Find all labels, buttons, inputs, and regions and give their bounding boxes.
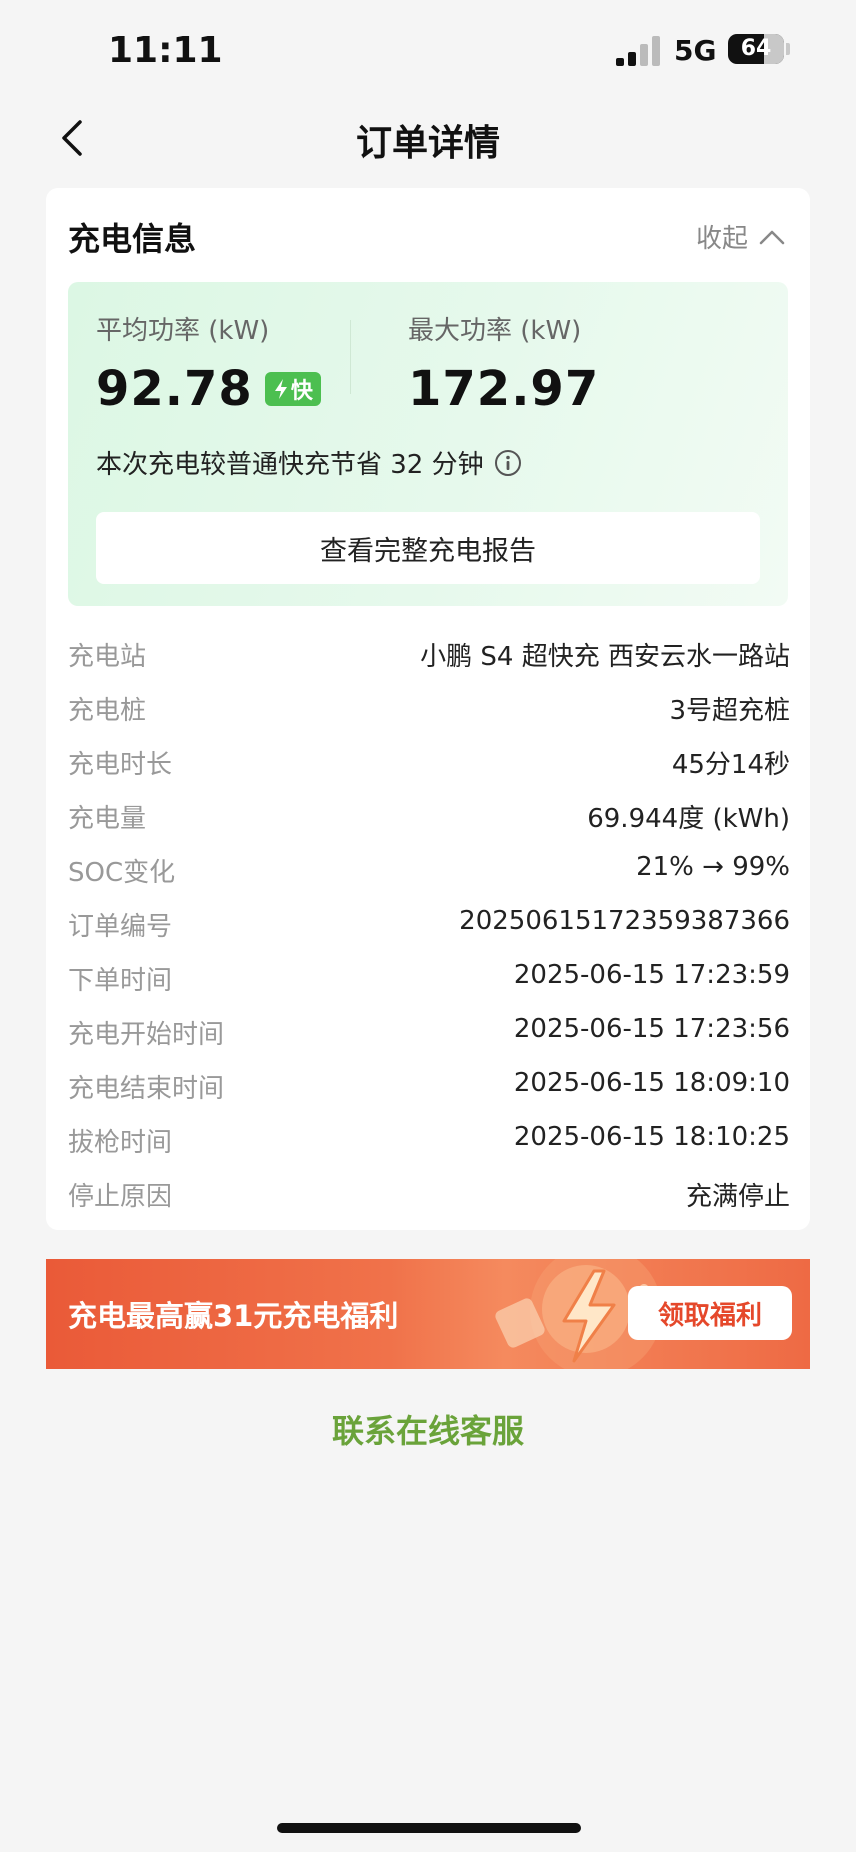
fast-badge: 快	[264, 372, 321, 406]
home-indicator	[277, 1823, 581, 1833]
collapse-label: 收起	[695, 224, 748, 254]
detail-value: 20250615172359387366	[459, 906, 790, 936]
detail-label: 充电开始时间	[68, 1020, 225, 1050]
detail-value: 小鹏 S4 超快充 西安云水一路站	[420, 642, 790, 672]
info-icon[interactable]	[494, 449, 522, 477]
avg-power-value: 92.78	[96, 361, 253, 417]
detail-label: 充电站	[68, 642, 147, 672]
fast-badge-label: 快	[290, 379, 313, 404]
section-title: 充电信息	[68, 220, 197, 258]
battery-tip	[786, 43, 790, 55]
detail-row-energy: 充电量 69.944度 (kWh)	[68, 790, 790, 844]
detail-label: SOC变化	[68, 858, 176, 888]
details-list: 充电站 小鹏 S4 超快充 西安云水一路站 充电桩 3号超充桩 充电时长 45分…	[68, 628, 790, 1222]
detail-value: 69.944度 (kWh)	[587, 804, 790, 834]
detail-label: 充电量	[68, 804, 147, 834]
detail-row-unplug-time: 拔枪时间 2025-06-15 18:10:25	[68, 1114, 790, 1168]
detail-value: 3号超充桩	[669, 696, 790, 726]
detail-value: 2025-06-15 18:09:10	[513, 1068, 790, 1098]
detail-label: 充电桩	[68, 696, 147, 726]
detail-value: 45分14秒	[671, 750, 790, 780]
detail-value: 2025-06-15 18:10:25	[513, 1122, 790, 1152]
detail-row-end-time: 充电结束时间 2025-06-15 18:09:10	[68, 1060, 790, 1114]
page-title: 订单详情	[355, 123, 500, 164]
promo-text: 充电最高赢31元充电福利	[68, 1299, 399, 1333]
detail-label: 停止原因	[68, 1182, 173, 1212]
max-power-label: 最大功率 (kW)	[408, 316, 582, 346]
detail-label: 订单编号	[68, 912, 173, 942]
network-type: 5G	[674, 34, 717, 67]
detail-row-soc: SOC变化 21% → 99%	[68, 844, 790, 898]
contact-service-link[interactable]: 联系在线客服	[0, 1406, 856, 1452]
detail-value: 2025-06-15 17:23:56	[513, 1014, 790, 1044]
detail-row-order-time: 下单时间 2025-06-15 17:23:59	[68, 952, 790, 1006]
detail-value: 2025-06-15 17:23:59	[513, 960, 790, 990]
detail-row-pile: 充电桩 3号超充桩	[68, 682, 790, 736]
detail-row-duration: 充电时长 45分14秒	[68, 736, 790, 790]
lightning-icon	[274, 379, 287, 399]
max-power-stat: 最大功率 (kW) 172.97	[408, 310, 599, 417]
status-time: 11:11	[108, 30, 223, 71]
promo-banner[interactable]: 充电最高赢31元充电福利 领取福利	[46, 1259, 810, 1369]
detail-value: 21% → 99%	[636, 852, 790, 882]
detail-value: 充满停止	[685, 1182, 790, 1212]
nav-bar: 订单详情	[0, 100, 856, 178]
view-report-button[interactable]: 查看完整充电报告	[96, 512, 760, 584]
battery-level: 64	[740, 36, 772, 61]
claim-benefit-button[interactable]: 领取福利	[628, 1286, 792, 1340]
detail-label: 拔枪时间	[68, 1128, 173, 1158]
savings-text: 本次充电较普通快充节省 32 分钟	[96, 450, 484, 480]
savings-text-row: 本次充电较普通快充节省 32 分钟	[96, 444, 522, 481]
signal-icon	[616, 36, 662, 66]
charging-info-card: 充电信息 收起 平均功率 (kW) 92.78 快 最大功率 (kW) 172.…	[46, 188, 810, 1230]
stat-divider	[350, 320, 351, 394]
detail-row-start-time: 充电开始时间 2025-06-15 17:23:56	[68, 1006, 790, 1060]
collapse-toggle[interactable]: 收起	[696, 218, 786, 255]
max-power-value: 172.97	[408, 361, 600, 417]
status-bar: 11:11 5G 64	[0, 0, 856, 100]
detail-label: 充电时长	[68, 750, 173, 780]
power-summary-panel: 平均功率 (kW) 92.78 快 最大功率 (kW) 172.97 本次充电较…	[68, 282, 788, 606]
detail-label: 下单时间	[68, 966, 173, 996]
detail-row-station: 充电站 小鹏 S4 超快充 西安云水一路站	[68, 628, 790, 682]
chevron-up-icon	[759, 230, 785, 244]
avg-power-label: 平均功率 (kW)	[96, 316, 270, 346]
detail-row-order-id: 订单编号 20250615172359387366	[68, 898, 790, 952]
avg-power-stat: 平均功率 (kW) 92.78 快	[96, 310, 321, 417]
detail-label: 充电结束时间	[68, 1074, 225, 1104]
detail-row-stop-reason: 停止原因 充满停止	[68, 1168, 790, 1222]
battery-icon: 64	[728, 34, 784, 64]
